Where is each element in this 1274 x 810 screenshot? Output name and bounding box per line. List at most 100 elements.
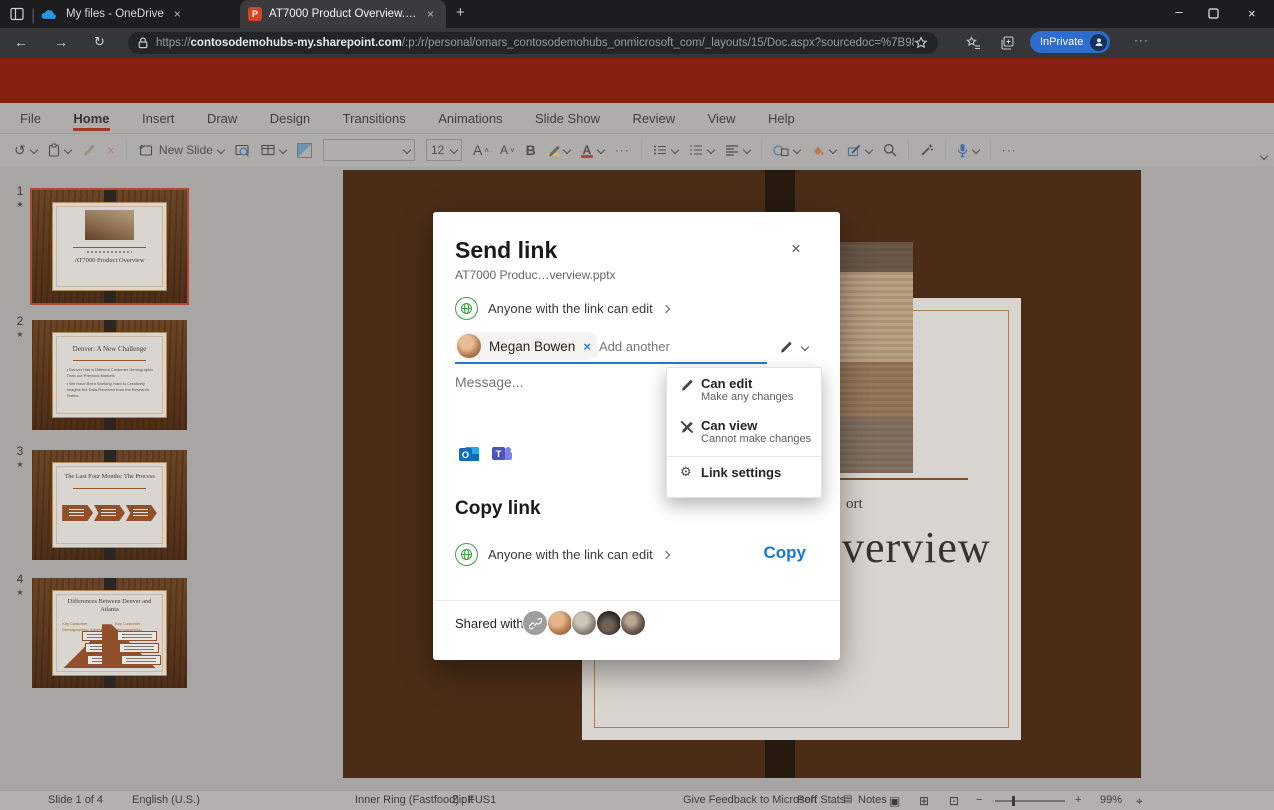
zoom-slider-track[interactable] bbox=[995, 800, 1065, 802]
menu-tab-slideshow[interactable]: Slide Show bbox=[521, 103, 614, 132]
grow-font-button[interactable]: A˄ bbox=[473, 142, 489, 158]
zoom-in-icon[interactable]: + bbox=[1075, 794, 1081, 806]
shape-fill-button[interactable] bbox=[811, 144, 836, 157]
slide-sorter-icon[interactable]: ⊞ bbox=[919, 794, 929, 808]
font-name-select[interactable] bbox=[323, 139, 415, 161]
dictate-button[interactable] bbox=[957, 143, 979, 158]
slide-card: Differences Between Denver and Atlanta K… bbox=[52, 590, 167, 676]
menu-tab-transitions[interactable]: Transitions bbox=[329, 103, 420, 132]
undo-button[interactable]: ↺ bbox=[14, 142, 37, 159]
find-button[interactable] bbox=[883, 143, 897, 157]
copy-link-permission-row[interactable]: Anyone with the link can edit bbox=[455, 543, 669, 566]
slide-thumbnail-2[interactable]: Denver: A New Challenge • Denver Has a D… bbox=[32, 320, 187, 430]
zoom-out-icon[interactable]: − bbox=[976, 794, 982, 806]
shapes-button[interactable] bbox=[773, 144, 800, 157]
inprivate-badge[interactable]: InPrivate bbox=[1030, 31, 1110, 53]
language-status[interactable]: English (U.S.) bbox=[132, 794, 200, 806]
shared-avatar[interactable] bbox=[621, 611, 645, 635]
menu-item-can-edit[interactable]: Can edit Make any changes bbox=[667, 376, 821, 410]
perf-stats-link[interactable]: Perf Stats bbox=[797, 794, 845, 806]
shape-outline-button[interactable] bbox=[847, 144, 872, 157]
slide-thumbnail-4[interactable]: Differences Between Denver and Atlanta K… bbox=[32, 578, 187, 688]
close-tab-icon[interactable]: × bbox=[174, 8, 181, 20]
cut-button[interactable]: × bbox=[107, 142, 115, 158]
outlook-icon[interactable]: O bbox=[457, 442, 481, 466]
copy-button[interactable]: Copy bbox=[764, 543, 807, 563]
menu-item-title: Can edit bbox=[701, 376, 752, 391]
normal-view-icon[interactable]: ▣ bbox=[889, 794, 900, 808]
menu-tab-insert[interactable]: Insert bbox=[128, 103, 189, 132]
zoom-level[interactable]: 99% bbox=[1100, 794, 1122, 806]
animation-star-icon: ★ bbox=[12, 200, 28, 209]
add-recipient-input[interactable] bbox=[597, 338, 751, 355]
font-size-select[interactable]: 12 bbox=[426, 139, 462, 161]
link-permission-row[interactable]: Anyone with the link can edit bbox=[455, 297, 669, 320]
refresh-icon[interactable]: ↻ bbox=[94, 34, 105, 50]
collections-icon[interactable] bbox=[1000, 36, 1015, 50]
shared-avatar[interactable] bbox=[572, 611, 596, 635]
numbering-button[interactable] bbox=[689, 144, 714, 156]
menu-item-link-settings[interactable]: ⚙ Link settings bbox=[667, 465, 821, 489]
designer-button[interactable] bbox=[297, 143, 312, 158]
reuse-slides-button[interactable] bbox=[235, 144, 250, 157]
vertical-tabs-icon[interactable] bbox=[9, 6, 25, 22]
slideshow-icon[interactable]: ⊡ bbox=[949, 794, 959, 808]
slide-thumbnail-3[interactable]: The Last Four Months: The Process bbox=[32, 450, 187, 560]
align-button[interactable] bbox=[725, 144, 750, 156]
paste-button[interactable] bbox=[48, 143, 71, 157]
bullets-button[interactable] bbox=[653, 144, 678, 156]
tab-onedrive[interactable]: My files - OneDrive × bbox=[40, 0, 236, 28]
back-icon[interactable]: ← bbox=[14, 34, 28, 50]
shared-with-avatars bbox=[523, 611, 646, 635]
teams-icon[interactable]: T bbox=[490, 442, 514, 466]
recipient-pill[interactable]: Megan Bowen × bbox=[455, 332, 601, 360]
new-tab-button[interactable]: + bbox=[456, 4, 465, 21]
link-share-avatar[interactable] bbox=[523, 611, 547, 635]
favorites-icon[interactable] bbox=[966, 36, 981, 50]
window-close-button[interactable]: × bbox=[1248, 6, 1256, 21]
remove-recipient-icon[interactable]: × bbox=[583, 339, 591, 354]
font-color-button[interactable]: A bbox=[581, 143, 604, 158]
menu-tab-design[interactable]: Design bbox=[256, 103, 324, 132]
shared-avatar[interactable] bbox=[597, 611, 621, 635]
menu-tab-draw[interactable]: Draw bbox=[193, 103, 251, 132]
notes-toggle[interactable]: Notes bbox=[858, 794, 887, 806]
slide-thumbnail-1[interactable]: AT7000 Product Overview bbox=[32, 190, 187, 303]
menu-tab-home[interactable]: Home bbox=[59, 103, 123, 132]
slide-thumbnail-panel: 1 ★ AT7000 Product Overview 2 ★ Denver: … bbox=[0, 167, 221, 790]
menu-tab-help[interactable]: Help bbox=[754, 103, 809, 132]
chevron-down-icon bbox=[743, 146, 751, 154]
tab-powerpoint[interactable]: P AT7000 Product Overview.pptx × bbox=[240, 0, 446, 28]
table-button[interactable] bbox=[261, 144, 286, 156]
close-tab-icon[interactable]: × bbox=[427, 8, 434, 20]
address-bar[interactable]: https://contosodemohubs-my.sharepoint.co… bbox=[128, 32, 938, 54]
forward-icon[interactable]: → bbox=[54, 34, 68, 50]
more-font-options-button[interactable]: ··· bbox=[615, 143, 630, 157]
format-painter-button[interactable] bbox=[82, 143, 96, 157]
thumbnail-title: Denver: A New Challenge bbox=[60, 345, 159, 353]
window-minimize-button[interactable]: – bbox=[1166, 4, 1192, 19]
recipient-permission-button[interactable] bbox=[779, 340, 808, 354]
shared-avatar[interactable] bbox=[548, 611, 572, 635]
highlighter-button[interactable] bbox=[547, 144, 570, 156]
menu-tab-animations[interactable]: Animations bbox=[424, 103, 516, 132]
chevron-down-icon bbox=[972, 146, 980, 154]
fit-slide-icon[interactable]: ⌖ bbox=[1136, 794, 1143, 809]
shrink-font-button[interactable]: A˅ bbox=[500, 143, 515, 157]
zoom-slider-thumb[interactable] bbox=[1012, 796, 1015, 806]
add-favorite-icon[interactable] bbox=[914, 36, 928, 50]
browser-menu-icon[interactable]: ··· bbox=[1134, 33, 1149, 47]
slide-counter[interactable]: Slide 1 of 4 bbox=[48, 794, 103, 806]
bold-button[interactable]: B bbox=[526, 142, 536, 158]
menu-tab-file[interactable]: File bbox=[6, 103, 55, 132]
close-icon[interactable]: × bbox=[791, 239, 801, 259]
chevron-down-icon bbox=[865, 146, 873, 154]
menu-tab-review[interactable]: Review bbox=[619, 103, 690, 132]
new-slide-button[interactable]: New Slide bbox=[138, 143, 224, 157]
window-maximize-button[interactable] bbox=[1208, 8, 1219, 19]
menu-tab-view[interactable]: View bbox=[694, 103, 750, 132]
designer-wand-button[interactable] bbox=[920, 143, 934, 157]
lock-icon bbox=[138, 37, 148, 49]
menu-item-can-view[interactable]: Can view Cannot make changes bbox=[667, 418, 821, 452]
more-commands-button[interactable]: ··· bbox=[1002, 143, 1017, 157]
